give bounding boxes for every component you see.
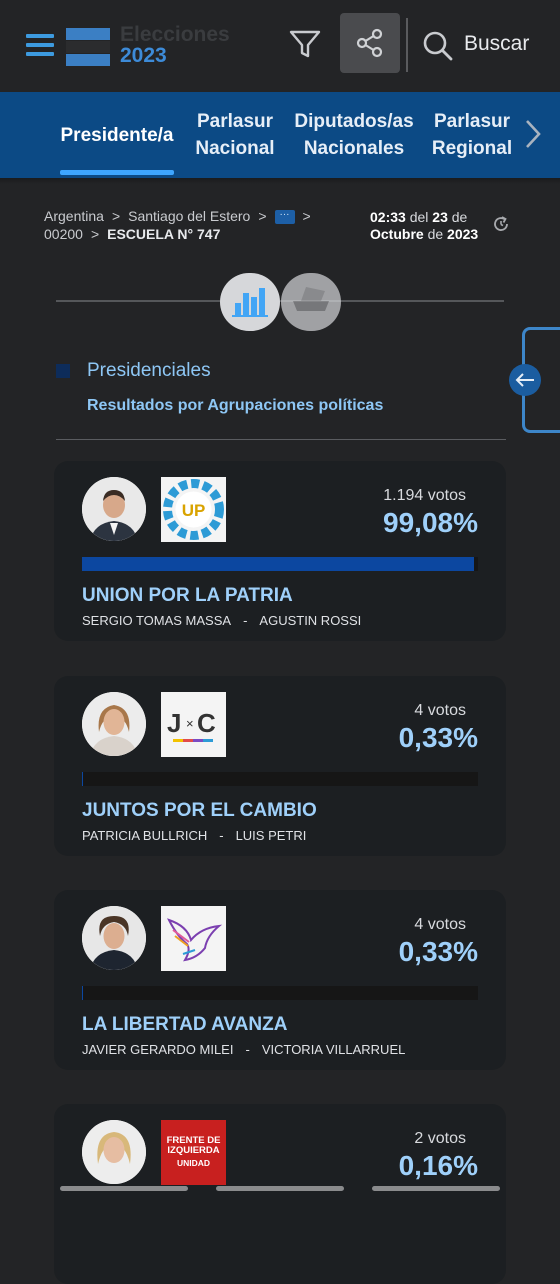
section-subtitle: Resultados por Agrupaciones políticas (87, 397, 384, 414)
ballot-box-view-button[interactable] (281, 273, 341, 331)
filter-icon[interactable] (288, 28, 322, 60)
share-icon (356, 28, 383, 58)
home-indicator (60, 1186, 500, 1192)
tab-diputados-nacionales[interactable]: Diputados/as Nacionales (290, 92, 418, 178)
svg-text:C: C (197, 708, 216, 738)
tab-presidente[interactable]: Presidente/a (52, 92, 182, 178)
party-name: JUNTOS POR EL CAMBIO (82, 800, 317, 821)
percentage-bar-fill (82, 557, 475, 571)
svg-text:J: J (167, 708, 181, 738)
tab-parlasur-nacional[interactable]: Parlasur Nacional (184, 92, 286, 178)
header-divider (406, 18, 408, 72)
breadcrumb-more-button[interactable]: ··· (274, 210, 295, 225)
breadcrumb-province[interactable]: Santiago del Estero (128, 208, 250, 224)
vote-percentage: 0,33% (398, 722, 478, 753)
active-tab-indicator (60, 170, 174, 175)
menu-icon[interactable] (26, 32, 56, 58)
candidate-names: JAVIER GERARDO MILEI - VICTORIA VILLARRUEL (82, 1042, 406, 1057)
vote-percentage: 0,33% (398, 936, 478, 967)
vote-count: 4 votos (414, 702, 466, 719)
top-bar: Elecciones 2023 Buscar (0, 0, 560, 92)
result-card[interactable]: FRENTE DE IZQUIERDA UNIDAD 2 votos 0,16% (54, 1104, 506, 1284)
elecciones-logo-icon (66, 28, 110, 66)
party-logo: FRENTE DE IZQUIERDA UNIDAD (161, 1120, 226, 1185)
bar-chart-view-button[interactable] (220, 273, 280, 331)
candidate-avatar (82, 906, 146, 970)
tab-parlasur-regional[interactable]: Parlasur Regional (422, 92, 522, 178)
breadcrumb: Argentina > Santiago del Estero > ··· > 00200… (44, 208, 311, 242)
party-logo (161, 906, 226, 971)
refresh-icon[interactable] (492, 215, 510, 233)
toggle-divider (56, 300, 504, 302)
ballot-box-icon (293, 287, 329, 311)
percentage-bar (82, 557, 478, 571)
breadcrumb-school: ESCUELA N° 747 (107, 226, 221, 242)
vote-count: 1.194 votos (383, 487, 466, 504)
result-card[interactable]: UP 1.194 votos 99,08% UNION POR LA PATRI… (54, 461, 506, 641)
svg-text:UP: UP (182, 501, 206, 520)
party-logo: J × C (161, 692, 226, 757)
breadcrumb-country[interactable]: Argentina (44, 208, 104, 224)
percentage-bar (82, 986, 478, 1000)
vote-count: 4 votos (414, 916, 466, 933)
bar-chart-icon (232, 288, 268, 317)
candidate-names: SERGIO TOMAS MASSA - AGUSTIN ROSSI (82, 613, 362, 628)
category-tabs: Presidente/a Parlasur Nacional Diputados/… (0, 92, 560, 178)
result-card[interactable]: 4 votos 0,33% LA LIBERTAD AVANZA JAVIER … (54, 890, 506, 1070)
vote-percentage: 99,08% (383, 507, 478, 538)
vote-count: 2 votos (414, 1130, 466, 1147)
breadcrumb-section[interactable]: 00200 (44, 226, 83, 242)
party-logo: UP (161, 477, 226, 542)
update-datetime: 02:33 del 23 de Octubre de 2023 (370, 209, 479, 242)
candidate-names: PATRICIA BULLRICH - LUIS PETRI (82, 828, 307, 843)
search-icon[interactable] (422, 30, 454, 62)
candidate-avatar (82, 477, 146, 541)
percentage-bar-fill (82, 986, 84, 1000)
party-name: LA LIBERTAD AVANZA (82, 1014, 288, 1035)
arrow-left-icon[interactable] (509, 364, 541, 396)
section-marker (56, 364, 70, 378)
tabs-shadow (0, 178, 560, 184)
vote-percentage: 0,16% (398, 1150, 478, 1181)
svg-text:IZQUIERDA: IZQUIERDA (167, 1145, 219, 1156)
result-card[interactable]: J × C 4 votos 0,33% JUNTOS POR EL CAMBIO… (54, 676, 506, 856)
section-title: Presidenciales (87, 360, 211, 381)
svg-text:UNIDAD: UNIDAD (177, 1158, 210, 1168)
share-button[interactable] (340, 13, 400, 73)
search-label[interactable]: Buscar (464, 32, 529, 56)
svg-text:×: × (186, 716, 194, 731)
elecciones-logo-text: Elecciones 2023 (120, 23, 230, 67)
percentage-bar (82, 772, 478, 786)
party-name: UNION POR LA PATRIA (82, 585, 293, 606)
section-divider (56, 439, 506, 440)
candidate-avatar (82, 1120, 146, 1184)
chevron-right-icon[interactable] (522, 118, 544, 150)
percentage-bar-fill (82, 772, 84, 786)
candidate-avatar (82, 692, 146, 756)
